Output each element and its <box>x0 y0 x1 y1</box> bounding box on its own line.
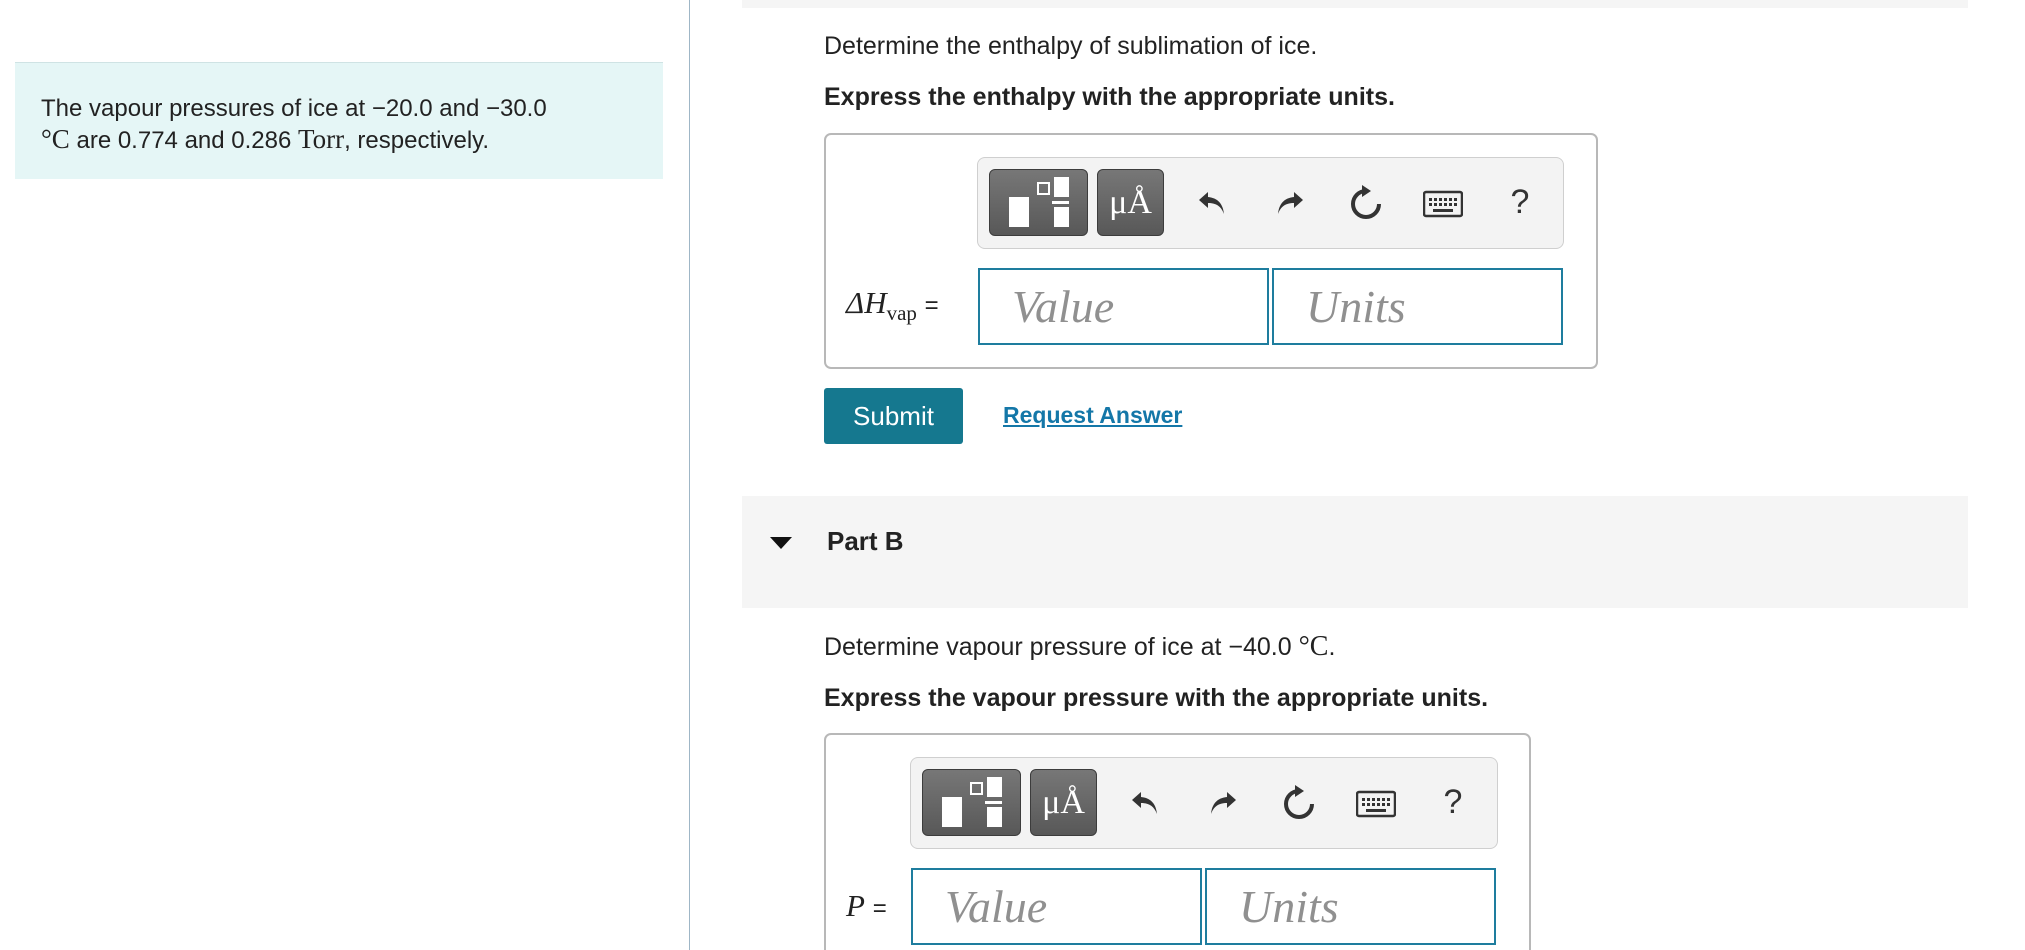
keyboard-icon <box>1356 790 1396 818</box>
part-a-units-input[interactable] <box>1306 280 1561 333</box>
help-button[interactable]: ? <box>1500 180 1540 224</box>
redo-button[interactable] <box>1270 183 1310 223</box>
units-button[interactable]: μÅ <box>1030 769 1097 836</box>
units-button[interactable]: μÅ <box>1097 169 1164 236</box>
part-b-value-field[interactable] <box>911 868 1202 945</box>
undo-icon <box>1199 192 1224 214</box>
part-a-instruction: Express the enthalpy with the appropriat… <box>824 83 1395 111</box>
reset-icon <box>1284 785 1314 819</box>
undo-button[interactable] <box>1192 183 1232 223</box>
undo-button[interactable] <box>1125 783 1165 823</box>
redo-button[interactable] <box>1203 783 1243 823</box>
keyboard-icon <box>1423 190 1463 218</box>
reset-icon <box>1351 185 1381 219</box>
part-b-units-field[interactable] <box>1205 868 1496 945</box>
units-icon: μÅ <box>1109 183 1152 221</box>
help-button[interactable]: ? <box>1433 780 1473 824</box>
reset-button[interactable] <box>1345 183 1387 225</box>
part-b-title: Part B <box>827 526 904 556</box>
part-b-units-input[interactable] <box>1239 880 1494 933</box>
problem-statement: The vapour pressures of ice at −20.0 and… <box>41 95 547 154</box>
help-icon: ? <box>1443 782 1463 821</box>
part-b-value-input[interactable] <box>945 880 1200 933</box>
redo-icon <box>1278 192 1303 214</box>
reset-button[interactable] <box>1278 783 1320 825</box>
redo-icon <box>1211 792 1236 814</box>
templates-button[interactable] <box>922 769 1021 836</box>
keyboard-button[interactable] <box>1355 788 1397 820</box>
templates-button[interactable] <box>989 169 1088 236</box>
part-a-units-field[interactable] <box>1272 268 1563 345</box>
part-a-value-input[interactable] <box>1012 280 1267 333</box>
panel-divider <box>689 0 690 950</box>
part-a-question: Determine the enthalpy of sublimation of… <box>824 32 1318 60</box>
part-b-question: Determine vapour pressure of ice at −40.… <box>824 631 1336 662</box>
submit-button[interactable]: Submit <box>824 388 963 444</box>
templates-icon <box>941 776 1002 827</box>
part-a-header-strip <box>742 0 1968 8</box>
part-a-value-field[interactable] <box>978 268 1269 345</box>
request-answer-link[interactable]: Request Answer <box>1003 402 1182 429</box>
templates-icon <box>1008 176 1069 227</box>
keyboard-button[interactable] <box>1422 188 1464 220</box>
part-a-variable-label: ΔHvap = <box>846 285 939 325</box>
part-b-variable-label: P = <box>846 888 887 923</box>
part-b-instruction: Express the vapour pressure with the app… <box>824 684 1489 712</box>
units-icon: μÅ <box>1042 783 1085 821</box>
help-icon: ? <box>1510 182 1530 221</box>
part-b-header[interactable] <box>742 496 1968 608</box>
collapse-caret-icon[interactable] <box>770 537 792 549</box>
undo-icon <box>1132 792 1157 814</box>
